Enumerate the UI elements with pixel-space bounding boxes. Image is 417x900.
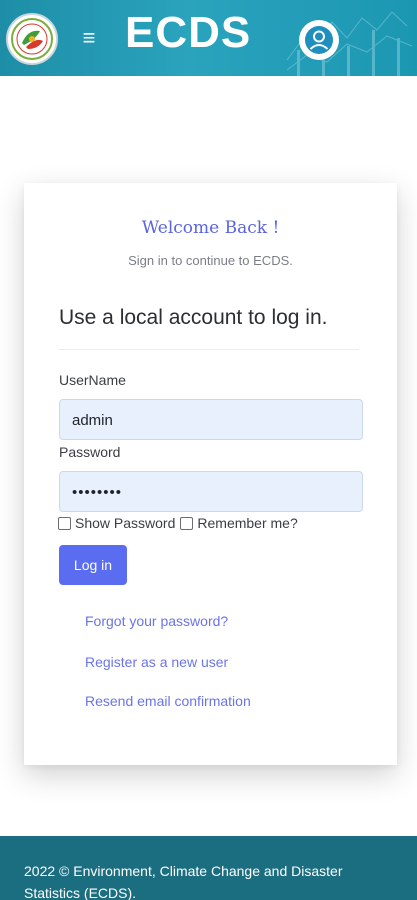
app-header: ≡ ECDS <box>0 0 417 76</box>
welcome-title: Welcome Back ! <box>141 218 280 238</box>
password-input[interactable]: •••••••• <box>59 471 363 512</box>
heading-divider <box>59 349 359 350</box>
show-password-checkbox[interactable] <box>58 516 71 530</box>
user-account-icon[interactable] <box>299 20 339 60</box>
user-icon-graphic <box>305 26 333 54</box>
login-button[interactable]: Log in <box>59 545 127 585</box>
hamburger-menu-icon[interactable]: ≡ <box>77 24 101 52</box>
header-decoration <box>286 11 413 76</box>
app-title: ECDS <box>125 8 252 57</box>
username-label: UserName <box>59 372 126 388</box>
page-footer: 2022 © Environment, Climate Change and D… <box>0 836 417 900</box>
forgot-password-link[interactable]: Forgot your password? <box>85 613 228 629</box>
login-options: Show Password Remember me? <box>58 514 298 532</box>
ecds-logo-icon[interactable] <box>6 13 58 65</box>
register-link[interactable]: Register as a new user <box>85 654 228 670</box>
footer-copyright: 2022 © Environment, Climate Change and D… <box>24 863 343 900</box>
resend-confirmation-link[interactable]: Resend email confirmation <box>85 693 251 709</box>
remember-me-checkbox[interactable] <box>180 516 194 530</box>
remember-me-label: Remember me? <box>197 515 298 531</box>
welcome-subtitle: Sign in to continue to ECDS. <box>128 253 293 268</box>
show-password-label: Show Password <box>75 515 176 531</box>
password-label: Password <box>59 444 121 460</box>
username-input[interactable]: admin <box>59 399 363 440</box>
logo-graphic <box>11 18 53 60</box>
form-heading: Use a local account to log in. <box>59 306 328 329</box>
login-card: Welcome Back ! Sign in to continue to EC… <box>24 183 397 765</box>
